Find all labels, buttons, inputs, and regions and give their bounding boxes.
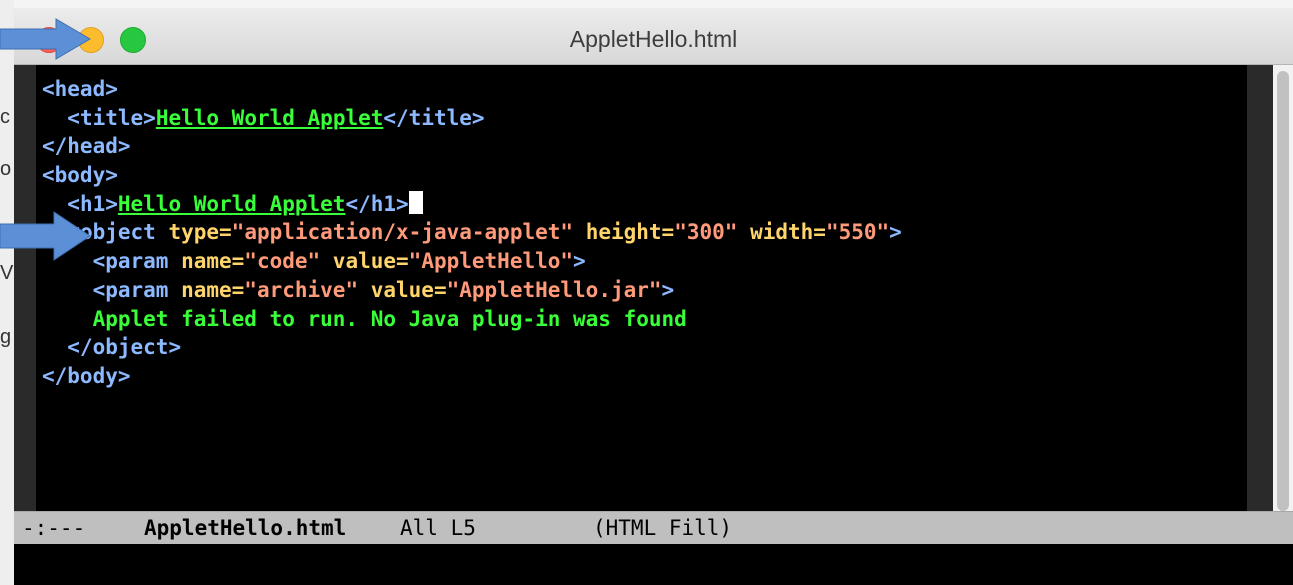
- code-token: Hello World Applet: [155, 105, 384, 130]
- code-token: name=: [168, 277, 245, 302]
- code-line[interactable]: <body>: [42, 161, 902, 190]
- code-line[interactable]: <object type="application/x-java-applet"…: [42, 218, 902, 247]
- code-token: "application/x-java-applet": [231, 220, 574, 245]
- code-buffer[interactable]: <head> <title>Hello World Applet</title>…: [42, 75, 902, 391]
- code-token: "code": [244, 249, 321, 274]
- annotation-arrow-icon: [0, 17, 92, 61]
- code-token: </h1>: [345, 191, 409, 216]
- code-line[interactable]: Applet failed to run. No Java plug-in wa…: [42, 305, 902, 334]
- code-token: type=: [155, 220, 232, 245]
- code-token: <param: [92, 277, 169, 302]
- window-title: AppletHello.html: [569, 26, 738, 52]
- left-fringe: [14, 65, 36, 511]
- code-token: value=: [358, 277, 447, 302]
- annotation-arrow-icon: [0, 210, 92, 261]
- code-token: value=: [320, 249, 409, 274]
- code-token: "300": [674, 220, 738, 245]
- code-token: <head>: [42, 77, 118, 101]
- code-token: </object>: [67, 335, 182, 360]
- background-fragment: o: [0, 158, 12, 180]
- background-app-strip: [14, 0, 1293, 8]
- scrollbar-thumb[interactable]: [1277, 71, 1289, 511]
- code-token: "archive": [244, 277, 359, 302]
- code-token: name=: [168, 249, 245, 274]
- background-fragment: c: [0, 106, 10, 128]
- modeline-position: All L5: [400, 516, 476, 540]
- modeline-status: -:---: [22, 516, 86, 540]
- code-line[interactable]: </head>: [42, 132, 902, 161]
- code-token: width=: [737, 220, 826, 245]
- vertical-scrollbar[interactable]: [1273, 65, 1293, 511]
- code-token: "550": [825, 220, 890, 245]
- editor-area[interactable]: <head> <title>Hello World Applet</title>…: [14, 65, 1293, 511]
- code-token: </head>: [42, 134, 131, 159]
- code-line[interactable]: <head>: [42, 75, 902, 104]
- code-line[interactable]: <title>Hello World Applet</title>: [42, 104, 902, 133]
- code-token: >: [573, 249, 586, 274]
- background-fragment: g: [0, 326, 12, 348]
- minibuffer[interactable]: [14, 544, 1293, 585]
- screenshot-root: c o V g AppletHello.html <head> <title>H…: [0, 0, 1293, 585]
- background-fragment: V: [0, 262, 14, 284]
- code-token: "AppletHello.jar": [446, 277, 662, 302]
- background-app-edge: c o V g: [0, 0, 15, 585]
- code-token: >: [889, 220, 902, 245]
- code-line[interactable]: </object>: [42, 333, 902, 362]
- zoom-button[interactable]: [120, 27, 146, 53]
- code-line[interactable]: <param name="code" value="AppletHello">: [42, 247, 902, 276]
- code-line[interactable]: <param name="archive" value="AppletHello…: [42, 276, 902, 305]
- title-bar[interactable]: AppletHello.html: [14, 8, 1293, 65]
- code-token: "AppletHello": [408, 249, 574, 274]
- mode-line: -:--- AppletHello.html All L5 (HTML Fill…: [14, 511, 1293, 544]
- text-cursor: [408, 190, 423, 214]
- code-token: <param: [92, 249, 169, 274]
- modeline-buffer-name: AppletHello.html: [144, 516, 347, 540]
- right-fringe: [1247, 65, 1273, 511]
- code-token: Hello World Applet: [117, 191, 346, 216]
- modeline-major-mode: (HTML Fill): [593, 516, 733, 540]
- code-token: </title>: [383, 105, 485, 130]
- code-token: >: [661, 277, 675, 302]
- code-line[interactable]: <h1>Hello World Applet</h1>: [42, 190, 902, 219]
- code-token: Applet failed to run. No Java plug-in wa…: [42, 306, 687, 331]
- code-token: <title>: [67, 105, 156, 130]
- code-token: height=: [573, 220, 675, 245]
- emacs-window: AppletHello.html <head> <title>Hello Wor…: [14, 8, 1293, 585]
- code-token: </body>: [42, 363, 131, 388]
- code-line[interactable]: </body>: [42, 362, 902, 391]
- code-token: <body>: [42, 163, 118, 188]
